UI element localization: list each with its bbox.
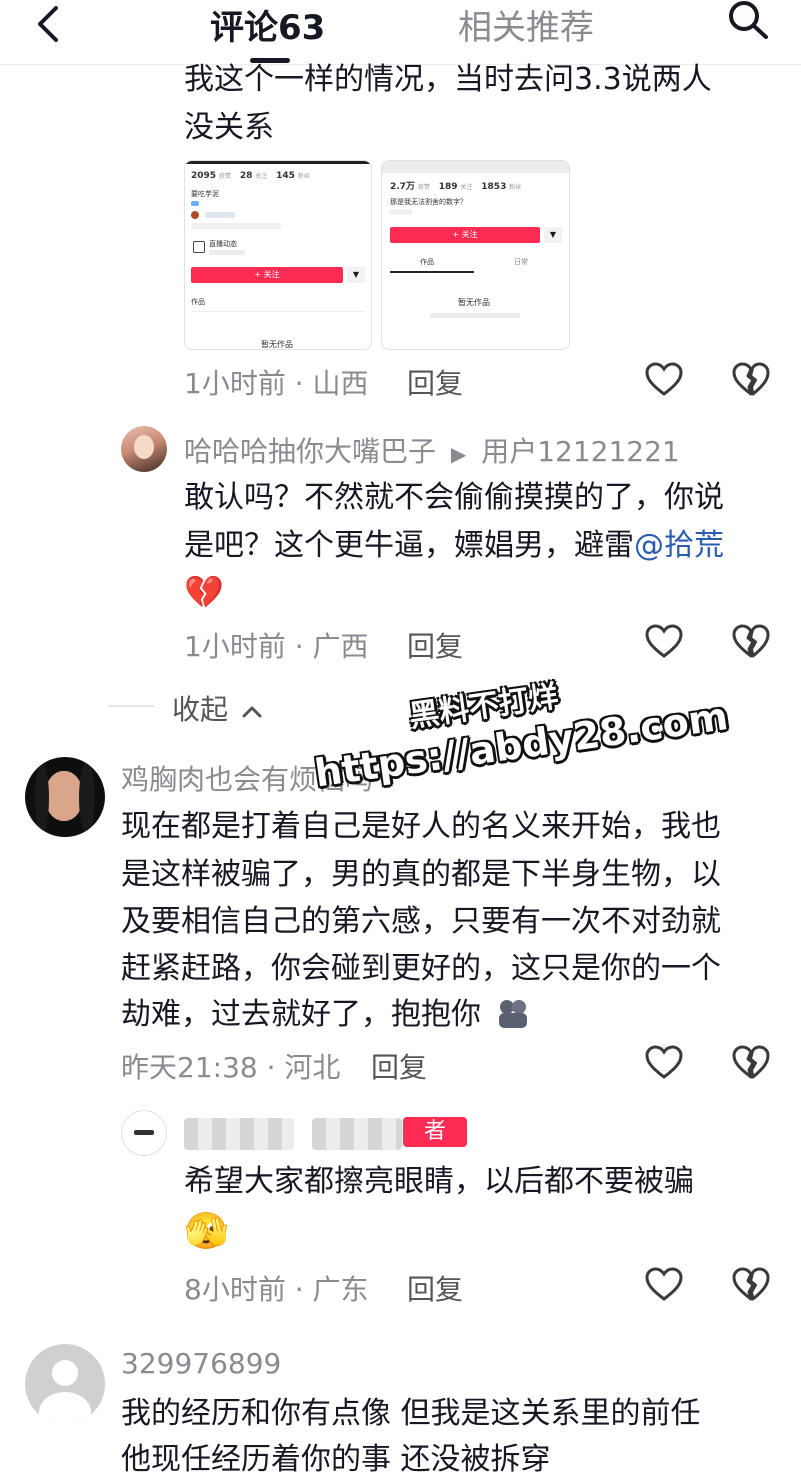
- blurred-author-name: [312, 1118, 402, 1150]
- reply-arrow-icon: ▶: [450, 442, 467, 466]
- thumb-tag: [205, 212, 235, 218]
- thumb-emoji: [191, 211, 199, 219]
- dislike-broken-heart-icon[interactable]: [731, 1043, 771, 1083]
- thumb-stat-num: 2.7万: [390, 182, 415, 192]
- comment-image-profile-left[interactable]: 2095 获赞 28 关注 145 粉丝 要吃芋泥 直播动态 + 关注 ▼ 作品…: [184, 160, 372, 350]
- thumb-follow-button: + 关注: [390, 227, 540, 243]
- collapse-divider: [108, 705, 154, 707]
- thumb-stat-num: 28: [239, 171, 253, 181]
- reply-author-name[interactable]: 哈哈哈抽你大嘴巴子: [184, 435, 436, 468]
- thumb-bio: 那是我无法割舍的数字？: [390, 198, 467, 206]
- dislike-broken-heart-icon[interactable]: [731, 360, 771, 400]
- live-icon: [193, 241, 205, 253]
- thumb-tags: [191, 223, 281, 229]
- chevron-down-icon: ▼: [347, 267, 365, 283]
- reply-button[interactable]: 回复: [407, 1268, 463, 1308]
- reply-text-prefix: 是吧？这个更牛逼，嫖娼男，避雷: [184, 528, 634, 563]
- reply-meta: 8小时前 · 广东: [184, 1273, 369, 1306]
- thumb-stat-label: 粉丝: [297, 173, 310, 180]
- collapse-button[interactable]: 收起: [172, 688, 263, 728]
- chevron-down-icon: ▼: [544, 227, 562, 243]
- thumb-emoji: [191, 201, 199, 206]
- back-arrow-icon[interactable]: [30, 4, 70, 44]
- avatar-logo: [134, 1130, 154, 1135]
- thumb-subtext: [430, 313, 520, 318]
- reply-text-line: 希望大家都擦亮眼睛，以后都不要被骗: [184, 1164, 694, 1199]
- reply-button[interactable]: 回复: [407, 625, 463, 665]
- avatar[interactable]: [25, 757, 105, 837]
- thumb-empty-label: 暂无作品: [261, 340, 293, 349]
- like-heart-icon[interactable]: [644, 1043, 684, 1083]
- reply-text-line: 是吧？这个更牛逼，嫖娼男，避雷@拾荒: [184, 522, 724, 570]
- dislike-broken-heart-icon[interactable]: [731, 1265, 771, 1305]
- comment-meta: 1小时前 · 山西: [184, 367, 369, 400]
- thumb-tab: 日常: [514, 258, 528, 266]
- thumb-works-label: 作品: [191, 298, 205, 306]
- thumb-tags: [390, 209, 412, 215]
- thumb-stat-num: 189: [438, 182, 458, 192]
- comment-text-line: 赶紧赶路，你会碰到更好的，这只是你的一个: [121, 951, 721, 986]
- thumb-stat-num: 2095: [191, 171, 217, 181]
- comment-text-line: 没关系: [184, 110, 274, 145]
- chevron-up-icon: [242, 706, 262, 718]
- default-avatar[interactable]: [25, 1344, 105, 1424]
- comment-meta: 昨天21:38 · 河北: [121, 1051, 341, 1084]
- blurred-author-name: [184, 1118, 294, 1150]
- thumb-divider: [191, 311, 365, 312]
- like-heart-icon[interactable]: [644, 622, 684, 662]
- thumb-stat-label: 关注: [255, 173, 268, 180]
- thumb-stat-label: 获赞: [218, 173, 231, 180]
- hug-emoji-icon: [498, 1000, 527, 1028]
- like-heart-icon[interactable]: [644, 360, 684, 400]
- thumb-empty-label: 暂无作品: [458, 298, 490, 307]
- author-badge: 者: [403, 1117, 467, 1147]
- comment-text-line: 我这个一样的情况，当时去问3.3说两人: [184, 62, 712, 97]
- avatar[interactable]: [121, 1110, 167, 1156]
- thumb-stat-num: 145: [276, 171, 295, 181]
- avatar-face: [45, 771, 83, 821]
- tab-related[interactable]: 相关推荐: [458, 0, 594, 49]
- comment-text-line: 我的经历和你有点像 但我是这关系里的前任: [121, 1396, 701, 1431]
- like-heart-icon[interactable]: [644, 1265, 684, 1305]
- thumb-stat-num: 1853: [481, 182, 507, 192]
- comment-text-line: 他现任经历着你的事 还没被拆穿: [121, 1442, 551, 1477]
- broken-heart-emoji: 💔: [184, 573, 224, 611]
- comment-text-line: 是这样被骗了，男的真的都是下半身生物，以: [121, 857, 721, 892]
- comment-text-last: 劫难，过去就好了，抱抱你: [121, 997, 481, 1032]
- reply-author: 哈哈哈抽你大嘴巴子 ▶ 用户12121221: [184, 430, 680, 470]
- avatar[interactable]: [121, 426, 167, 472]
- dislike-broken-heart-icon[interactable]: [731, 622, 771, 662]
- thumb-stat-label: 粉丝: [509, 184, 522, 191]
- reply-button[interactable]: 回复: [407, 362, 463, 402]
- comment-image-profile-right[interactable]: 2.7万 获赞 189 关注 1853 粉丝 那是我无法割舍的数字？ + 关注 …: [381, 160, 570, 350]
- thumb-stat-label: 关注: [460, 184, 473, 191]
- comment-text-line: 现在都是打着自己是好人的名义来开始，我也: [121, 809, 721, 844]
- thumb-tab: 作品: [420, 258, 434, 266]
- thumb-follow-button: + 关注: [191, 267, 343, 283]
- tab-comments[interactable]: 评论63: [210, 0, 325, 49]
- reply-text-line: 敢认吗？不然就不会偷偷摸摸的了，你说: [184, 480, 724, 515]
- thumb-tab-indicator: [390, 271, 474, 273]
- avatar-body: [39, 1392, 91, 1424]
- thumb-bio: 要吃芋泥: [191, 190, 219, 198]
- thumb-status-strip: [185, 161, 371, 164]
- search-icon[interactable]: [724, 0, 772, 40]
- comment-text-line: 劫难，过去就好了，抱抱你: [121, 991, 531, 1039]
- collapse-label: 收起: [172, 693, 229, 726]
- mention-link[interactable]: @拾荒: [634, 528, 724, 563]
- reply-meta: 1小时前 · 广西: [184, 630, 369, 663]
- avatar-hair: [79, 763, 95, 833]
- thumb-subtext: [209, 250, 245, 255]
- reply-to-name[interactable]: 用户12121221: [481, 435, 680, 468]
- comment-author[interactable]: 329976899: [121, 1347, 281, 1380]
- thumb-live-label: 直播动态: [209, 240, 237, 248]
- avatar-hair: [35, 763, 49, 833]
- comment-text-line: 及要相信自己的第六感，只要有一次不对劲就: [121, 904, 721, 939]
- thumb-stat-label: 获赞: [417, 184, 430, 191]
- reply-button[interactable]: 回复: [371, 1046, 427, 1086]
- avatar-face: [134, 435, 154, 459]
- thumb-banner: [382, 161, 569, 173]
- peeking-emoji: 🫣: [184, 1211, 229, 1252]
- avatar-head: [52, 1360, 78, 1386]
